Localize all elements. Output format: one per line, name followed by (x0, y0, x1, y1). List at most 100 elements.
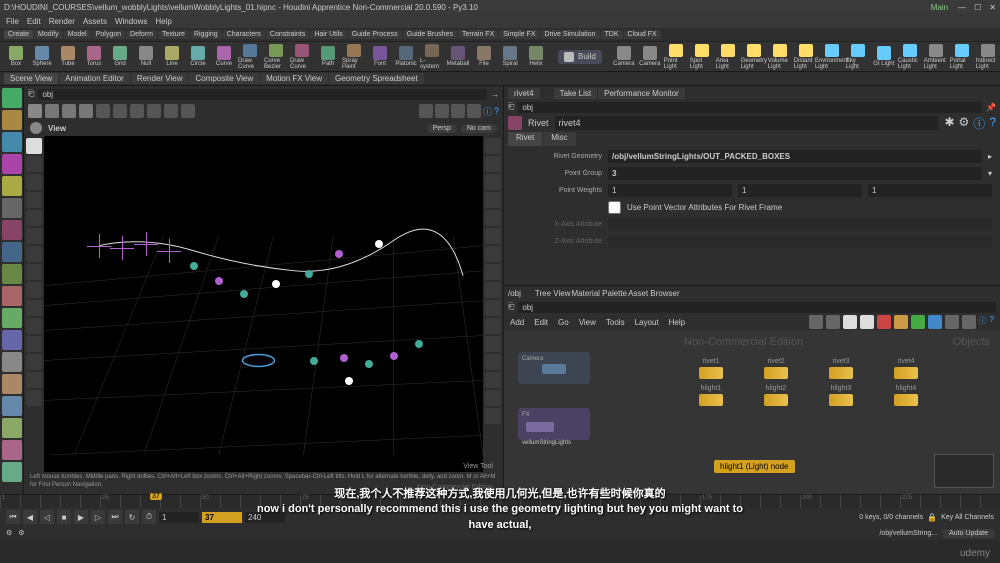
pane-tab[interactable]: Render View (131, 73, 189, 84)
current-frame-marker[interactable]: 37 (150, 493, 162, 500)
shelf-tool-light[interactable]: Environment Light (820, 44, 844, 70)
shelf-tool[interactable]: Curve (212, 44, 236, 70)
realtime-button[interactable]: ⏱ (142, 510, 156, 524)
chooser-icon[interactable]: ▾ (988, 169, 992, 178)
display-option[interactable] (485, 246, 501, 262)
gear-icon[interactable]: ⚙ (18, 529, 24, 537)
tool-icon[interactable] (26, 246, 42, 262)
network-node[interactable]: rivet3 (829, 358, 853, 379)
view-icon[interactable] (945, 315, 959, 329)
network-path[interactable]: obj (518, 302, 996, 313)
network-node[interactable]: hlight2 (764, 385, 788, 406)
play-button[interactable]: ▶ (74, 510, 88, 524)
weight-input[interactable] (608, 184, 732, 197)
shelf-tool-light[interactable]: Caustic Light (898, 44, 922, 70)
zaxis-input[interactable] (608, 235, 992, 248)
arrow-icon[interactable] (45, 104, 59, 118)
shelf-tab[interactable]: Texture (158, 30, 189, 39)
display-option[interactable] (485, 138, 501, 154)
shelf-tool[interactable]: Platonic (394, 44, 418, 70)
display-icon[interactable] (113, 104, 127, 118)
view-icon[interactable] (911, 315, 925, 329)
shelf-tab[interactable]: Create (4, 30, 33, 39)
display-option[interactable] (485, 372, 501, 388)
sphere-icon[interactable] (451, 104, 465, 118)
shelf-icon[interactable] (2, 264, 22, 284)
network-node[interactable]: hlight1 (699, 385, 723, 406)
keyall-label[interactable]: Key All Channels (941, 514, 994, 521)
shelf-icon[interactable] (2, 440, 22, 460)
display-option[interactable] (485, 318, 501, 334)
menu-assets[interactable]: Assets (83, 17, 107, 26)
shelf-tool[interactable]: Spray Paint (342, 44, 366, 70)
menu-windows[interactable]: Windows (115, 17, 147, 26)
menu-go[interactable]: Go (558, 318, 569, 327)
pane-tab[interactable]: Scene View (4, 73, 58, 84)
menu-add[interactable]: Add (510, 318, 524, 327)
shelf-tab[interactable]: Terrain FX (458, 30, 498, 39)
weight-input[interactable] (868, 184, 992, 197)
arrow-icon[interactable] (79, 104, 93, 118)
shelf-icon[interactable] (2, 198, 22, 218)
play-back-button[interactable]: ◁ (40, 510, 54, 524)
shelf-icon[interactable] (2, 220, 22, 240)
display-option[interactable] (485, 408, 501, 424)
viewport-path[interactable]: obj (38, 89, 487, 100)
gear-icon[interactable] (181, 104, 195, 118)
param-tab[interactable]: Take List (554, 88, 598, 99)
maximize-button[interactable]: ☐ (974, 3, 981, 12)
shelf-tool[interactable]: Null (134, 44, 158, 70)
cube-icon[interactable] (435, 104, 449, 118)
shelf-tab[interactable]: Cloud FX (624, 30, 661, 39)
shelf-tool-light[interactable]: Geometry Light (742, 44, 766, 70)
shelf-tool-light[interactable]: Ambient Light (924, 44, 948, 70)
viewport-canvas[interactable] (44, 136, 483, 472)
tool-icon[interactable] (26, 210, 42, 226)
tool-icon[interactable] (26, 228, 42, 244)
shelf-tab[interactable]: Constraints (266, 30, 309, 39)
point-group-input[interactable] (608, 167, 982, 180)
tool-icon[interactable] (26, 174, 42, 190)
menu-help[interactable]: Help (669, 318, 685, 327)
shelf-tool[interactable]: Draw Curve (290, 44, 314, 70)
shelf-icon[interactable] (2, 88, 22, 108)
shelf-tab[interactable]: Simple FX (499, 30, 539, 39)
arrow-icon[interactable] (62, 104, 76, 118)
shelf-tool-light[interactable]: Area Light (716, 44, 740, 70)
shelf-tool[interactable]: Draw Curve (238, 44, 262, 70)
shelf-icon[interactable] (2, 462, 22, 482)
shelf-tab[interactable]: Polygon (92, 30, 125, 39)
current-frame-input[interactable] (202, 512, 242, 523)
shelf-tool[interactable]: Spiral (498, 44, 522, 70)
prev-frame-button[interactable]: ◀ (23, 510, 37, 524)
xaxis-input[interactable] (608, 218, 992, 231)
network-node[interactable]: rivet2 (764, 358, 788, 379)
pane-tab[interactable]: Geometry Spreadsheet (329, 73, 424, 84)
shelf-tool[interactable]: Grid (108, 44, 132, 70)
path-icon[interactable]: ⎗ (28, 89, 34, 99)
loop-button[interactable]: ↻ (125, 510, 139, 524)
info-icon[interactable]: ⓘ (979, 315, 987, 329)
shelf-tool-light[interactable]: Spot Light (690, 44, 714, 70)
display-option[interactable] (485, 300, 501, 316)
help-icon[interactable]: ? (989, 115, 996, 132)
shelf-icon[interactable] (2, 154, 22, 174)
shelf-tab[interactable]: Characters (223, 30, 265, 39)
display-option[interactable] (485, 282, 501, 298)
shelf-tool-light[interactable]: Portal Light (950, 44, 974, 70)
shelf-icon[interactable] (2, 418, 22, 438)
tool-icon[interactable] (26, 264, 42, 280)
shelf-tool[interactable]: L-system (420, 44, 444, 70)
display-option[interactable] (485, 354, 501, 370)
shelf-icon[interactable] (2, 330, 22, 350)
display-option[interactable] (485, 210, 501, 226)
shelf-icon[interactable] (2, 176, 22, 196)
shelf-icon[interactable] (2, 396, 22, 416)
shelf-icon[interactable] (2, 110, 22, 130)
camera-icon[interactable] (419, 104, 433, 118)
help-icon[interactable]: ? (990, 315, 994, 329)
shelf-tab[interactable]: Guide Brushes (403, 30, 457, 39)
close-button[interactable]: ✕ (989, 3, 996, 12)
pane-tab[interactable]: Animation Editor (59, 73, 130, 84)
shelf-tool[interactable]: Box (4, 44, 28, 70)
